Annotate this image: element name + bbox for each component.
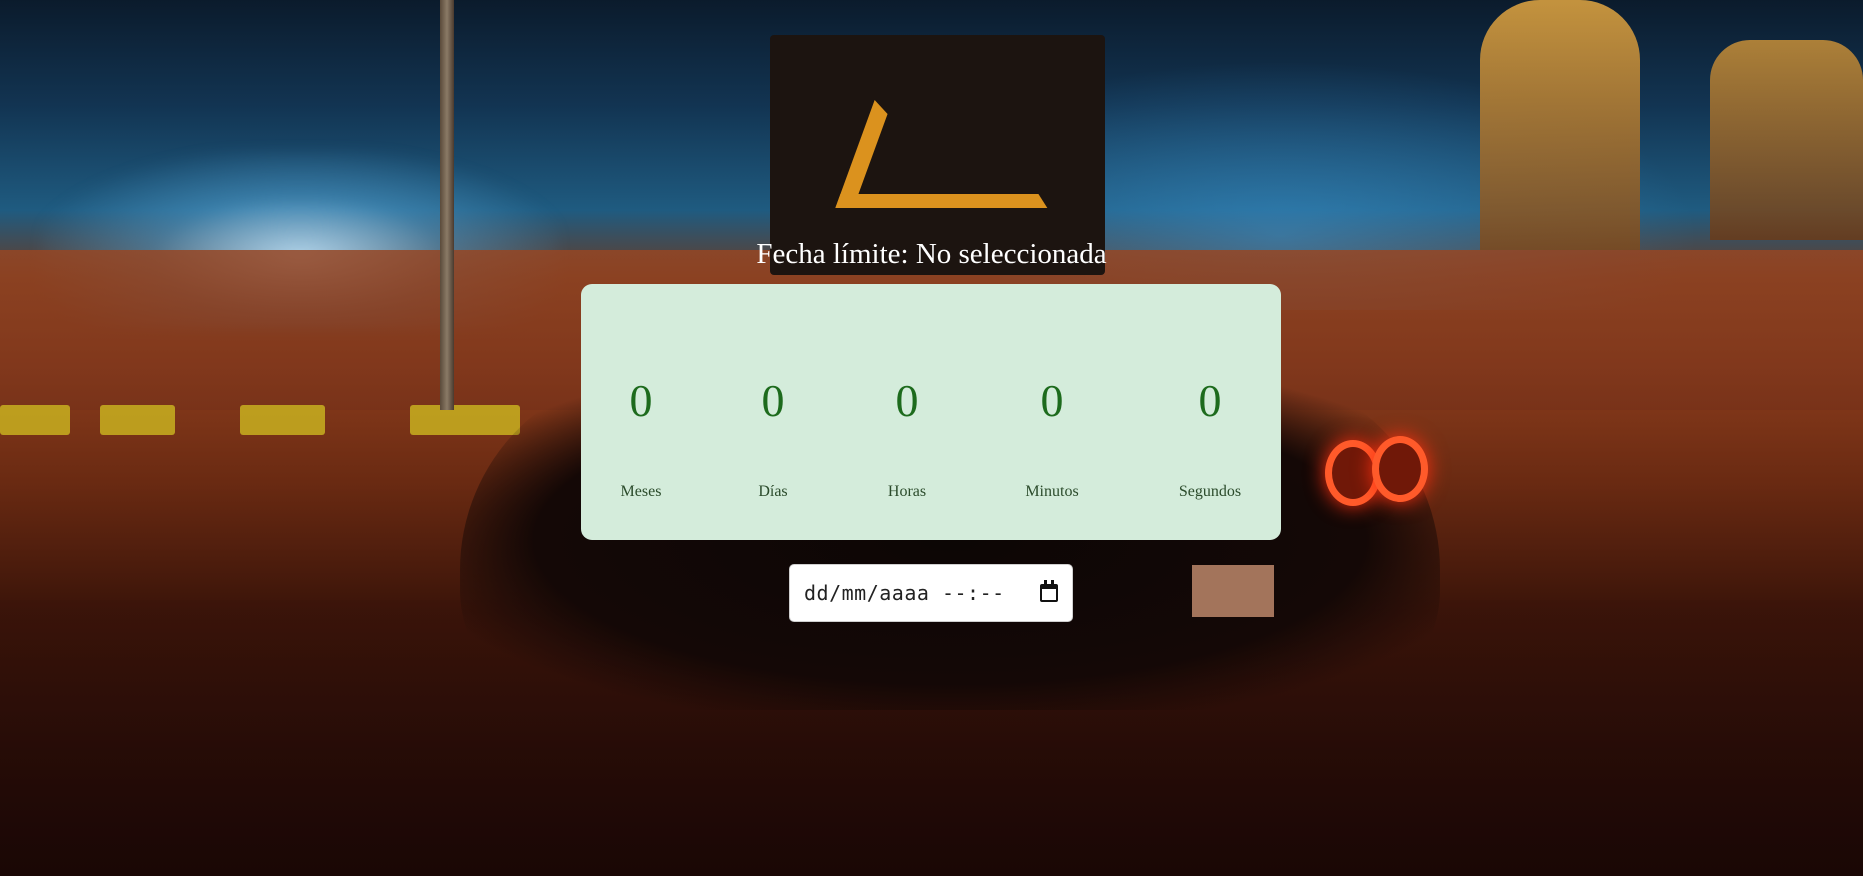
- license-plate: [1192, 565, 1274, 617]
- wall-stripe: [100, 405, 175, 435]
- seconds-value: 0: [1198, 375, 1222, 426]
- wall-stripe: [0, 405, 70, 435]
- building: [1710, 40, 1863, 240]
- hours-value: 0: [895, 375, 919, 426]
- datetime-placeholder[interactable]: dd/mm/aaaa --:--: [804, 581, 1040, 605]
- deadline-title: Fecha límite: No seleccionada: [756, 238, 1107, 270]
- days-label: Días: [758, 483, 788, 500]
- light-pole: [440, 0, 454, 410]
- hours-label: Horas: [887, 483, 927, 500]
- seconds-label: Segundos: [1178, 483, 1242, 500]
- minutes-label: Minutos: [1025, 483, 1079, 500]
- sign-glyph: [835, 100, 1087, 208]
- wall-stripe: [410, 405, 520, 435]
- datetime-input[interactable]: dd/mm/aaaa --:--: [789, 564, 1073, 622]
- months-label: Meses: [620, 483, 662, 500]
- building: [1480, 0, 1640, 250]
- minutes-value: 0: [1040, 375, 1064, 426]
- days-value: 0: [761, 375, 785, 426]
- calendar-icon[interactable]: [1040, 580, 1058, 602]
- months-value: 0: [629, 375, 653, 426]
- tail-light: [1372, 436, 1428, 502]
- countdown-panel: 0 Meses 0 Días 0 Horas 0 Minutos 0 Segun…: [581, 284, 1281, 540]
- wall-stripe: [240, 405, 325, 435]
